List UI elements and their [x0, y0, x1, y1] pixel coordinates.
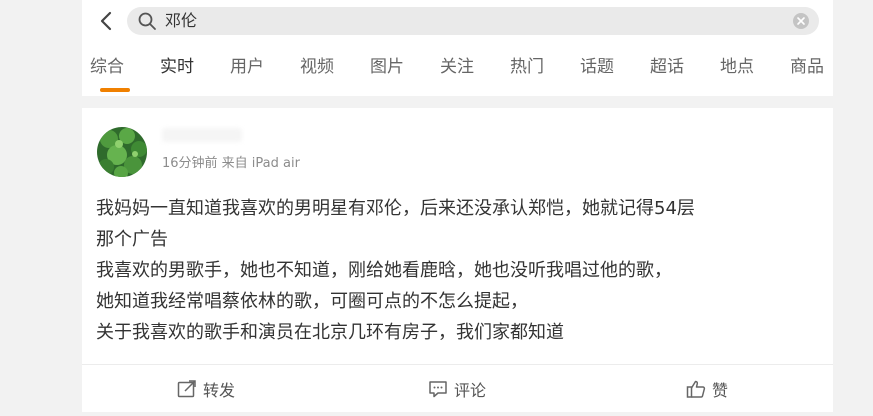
like-button[interactable]: 赞 [686, 365, 728, 412]
post-text: 我妈妈一直知道我喜欢的男明星有邓伦，后来还没承认郑恺，她就记得54层 那个广告 … [96, 193, 816, 348]
search-input[interactable]: 邓伦 [165, 11, 197, 31]
tab-didian[interactable]: 地点 [712, 54, 762, 80]
thumbs-up-icon [686, 380, 706, 398]
post-line: 那个广告 [96, 229, 168, 250]
post-line: 我妈妈一直知道我喜欢的男明星有邓伦，后来还没承认郑恺，她就记得54层 [96, 198, 695, 219]
tab-huati[interactable]: 话题 [572, 54, 622, 80]
post-line: 她知道我经常唱蔡依林的歌，可圈可点的不怎么提起， [96, 291, 528, 312]
chevron-left-icon [100, 11, 112, 31]
tab-shipin[interactable]: 视频 [292, 54, 342, 80]
post-actions: 转发 评论 赞 [82, 365, 833, 412]
active-tab-indicator [100, 88, 130, 92]
post-meta: 16分钟前 来自 iPad air [162, 156, 300, 171]
post-card: 16分钟前 来自 iPad air 我妈妈一直知道我喜欢的男明星有邓伦，后来还没… [82, 108, 833, 412]
tab-zonghe[interactable]: 综合 [82, 54, 132, 80]
username-redacted [162, 128, 242, 142]
tab-chaohua[interactable]: 超话 [642, 54, 692, 80]
avatar[interactable] [97, 127, 147, 177]
tab-yonghu[interactable]: 用户 [222, 54, 272, 80]
clover-avatar-icon [97, 127, 147, 177]
tab-shishi[interactable]: 实时 [152, 54, 202, 80]
comment-button[interactable]: 评论 [428, 365, 486, 412]
repost-icon [177, 379, 196, 397]
repost-button[interactable]: 转发 [177, 365, 235, 412]
tab-shangpin[interactable]: 商品 [782, 54, 832, 80]
post-line: 我喜欢的男歌手，她也不知道，刚给她看鹿晗，她也没听我唱过他的歌， [96, 260, 672, 281]
back-button[interactable] [96, 10, 116, 32]
repost-label: 转发 [203, 380, 236, 400]
search-tabs: 综合 实时 用户 视频 图片 关注 热门 话题 超话 地点 商品 [82, 54, 833, 90]
search-box[interactable]: 邓伦 [127, 7, 819, 35]
comment-label: 评论 [454, 380, 487, 400]
tab-tupian[interactable]: 图片 [362, 54, 412, 80]
top-bar: 邓伦 综合 实时 用户 视频 图片 关注 热门 话题 超话 地点 商品 [82, 0, 833, 96]
like-label: 赞 [712, 380, 729, 400]
search-icon [138, 12, 156, 30]
comment-icon [429, 380, 447, 397]
tab-remen[interactable]: 热门 [502, 54, 552, 80]
post-line: 关于我喜欢的歌手和演员在北京几环有房子，我们家都知道 [96, 322, 564, 343]
tab-guanzhu[interactable]: 关注 [432, 54, 482, 80]
clear-search-icon[interactable] [792, 12, 810, 30]
